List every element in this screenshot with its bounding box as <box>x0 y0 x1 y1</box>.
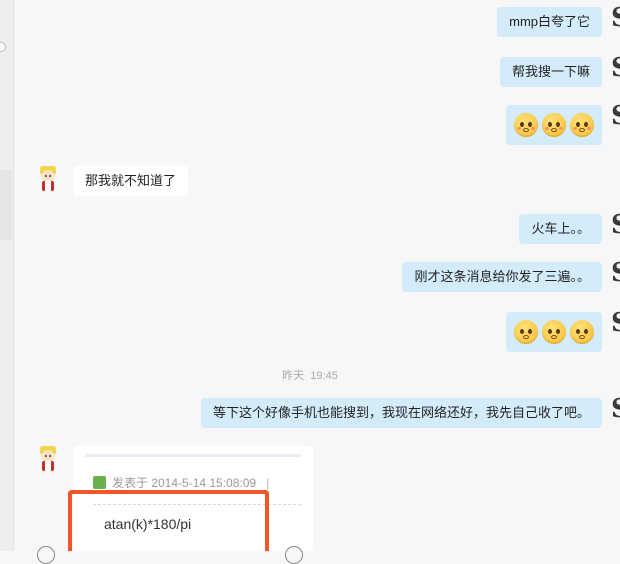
message-text: 刚才这条消息给你发了三遍。。 <box>414 269 590 284</box>
message-text: 那我就不知道了 <box>85 173 177 188</box>
more-tool-icon[interactable] <box>285 546 303 564</box>
contact-avatar[interactable] <box>36 445 60 473</box>
self-avatar[interactable]: S <box>611 103 620 129</box>
message-text: 等下这个好像手机也能搜到，我现在网络还好，我先自己收了吧。 <box>212 405 590 420</box>
message-text: 火车上。。 <box>531 221 590 236</box>
scroll-handle[interactable] <box>0 42 6 52</box>
meta-separator: | <box>266 475 270 490</box>
self-avatar[interactable]: S <box>611 5 620 31</box>
flushed-face-icon <box>570 113 594 137</box>
sent-message-bubble[interactable]: 等下这个好像手机也能搜到，我现在网络还好，我先自己收了吧。 <box>200 398 602 428</box>
input-toolbar <box>13 538 620 564</box>
smile-face-icon <box>542 320 566 344</box>
self-avatar[interactable]: S <box>611 55 620 81</box>
message-text: mmp白夸了它 <box>509 14 590 29</box>
flushed-face-icon <box>514 113 538 137</box>
received-message-bubble[interactable]: 那我就不知道了 <box>73 166 189 196</box>
sent-message-bubble[interactable]: 火车上。。 <box>519 214 602 244</box>
self-avatar[interactable]: S <box>611 396 620 422</box>
message-timestamp: 昨天 19:45 <box>0 367 620 383</box>
post-meta: 发表于 2014-5-14 15:08:09 | <box>93 474 269 491</box>
timestamp-day: 昨天 <box>282 370 305 382</box>
post-icon <box>93 476 106 489</box>
self-avatar[interactable]: S <box>611 260 620 286</box>
timestamp-time: 19:45 <box>310 370 338 382</box>
emoji-tool-icon[interactable] <box>37 546 55 564</box>
smile-face-icon <box>514 320 538 344</box>
flushed-face-icon <box>542 113 566 137</box>
contact-avatar[interactable] <box>36 165 60 193</box>
sent-message-bubble[interactable]: 帮我搜一下嘛 <box>499 57 602 87</box>
sent-message-bubble[interactable]: 刚才这条消息给你发了三遍。。 <box>402 262 602 292</box>
sent-emoji-bubble[interactable] <box>506 105 602 145</box>
sent-message-bubble[interactable]: mmp白夸了它 <box>497 7 602 37</box>
conversation-list-edge[interactable] <box>0 170 12 240</box>
post-date: 发表于 2014-5-14 15:08:09 <box>112 476 257 490</box>
message-text: 帮我搜一下嘛 <box>511 64 590 79</box>
self-avatar[interactable]: S <box>611 212 620 238</box>
sent-emoji-bubble[interactable] <box>506 312 602 352</box>
self-avatar[interactable]: S <box>611 310 620 336</box>
smile-face-icon <box>570 320 594 344</box>
left-panel-edge <box>0 0 14 551</box>
